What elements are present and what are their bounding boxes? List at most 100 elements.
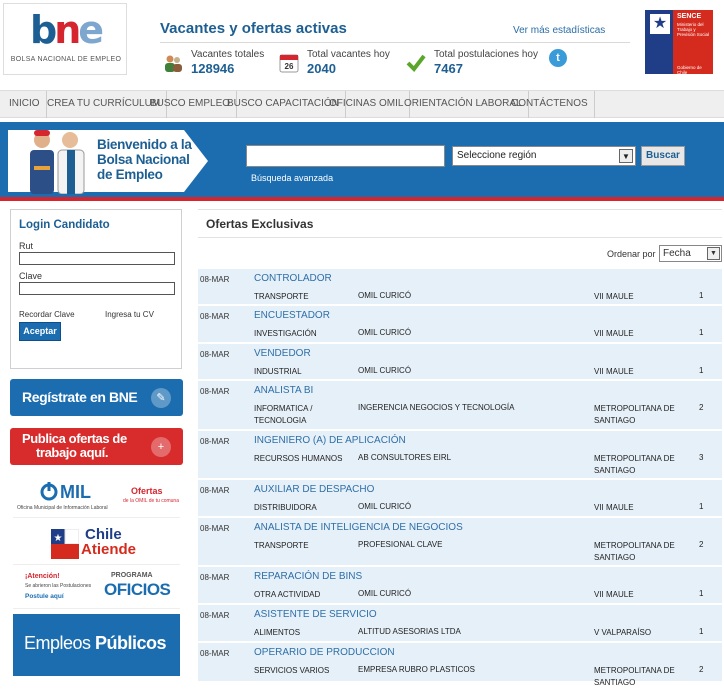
offer-region: VII MAULE bbox=[594, 590, 634, 599]
offer-category: TRANSPORTE bbox=[254, 292, 309, 301]
rut-input[interactable] bbox=[19, 252, 175, 265]
sence-footer: Gobierno de Chile bbox=[677, 65, 702, 75]
stat-value: 128946 bbox=[191, 61, 235, 76]
omil-banner[interactable]: MIL Oficina Municipal de Información Lab… bbox=[13, 478, 180, 518]
offer-title-link[interactable]: REPARACIÓN DE BINS bbox=[254, 571, 362, 582]
check-icon bbox=[406, 54, 426, 73]
publish-offers-button[interactable]: Publica ofertas de trabajo aquí. + bbox=[10, 428, 183, 465]
page-header: bne BOLSA NACIONAL DE EMPLEO Vacantes y … bbox=[0, 0, 724, 88]
offers-header: Ofertas Exclusivas bbox=[198, 209, 722, 238]
omil-subtitle: Oficina Municipal de Información Laboral bbox=[17, 505, 108, 511]
offer-vacancy-count: 1 bbox=[699, 366, 704, 375]
offer-company: OMIL CURICÓ bbox=[358, 366, 412, 375]
offer-date: 08-MAR bbox=[200, 312, 230, 321]
order-by-label: Ordenar por bbox=[607, 249, 656, 259]
offer-title-link[interactable]: CONTROLADOR bbox=[254, 273, 332, 284]
bne-logo-subtitle: BOLSA NACIONAL DE EMPLEO bbox=[10, 56, 122, 63]
offer-title-link[interactable]: AUXILIAR DE DESPACHO bbox=[254, 484, 374, 495]
offer-vacancy-count: 3 bbox=[699, 453, 704, 462]
offer-title-link[interactable]: ANALISTA BI bbox=[254, 385, 313, 396]
advanced-search-link[interactable]: Búsqueda avanzada bbox=[251, 173, 333, 183]
offer-vacancy-count: 2 bbox=[699, 403, 704, 412]
calendar-icon: 26 bbox=[279, 54, 299, 73]
order-by-select[interactable]: Fecha ▼ bbox=[659, 245, 722, 262]
login-title: Login Candidato bbox=[19, 219, 110, 231]
offer-date: 08-MAR bbox=[200, 486, 230, 495]
search-input[interactable] bbox=[246, 145, 445, 167]
offer-company: OMIL CURICÓ bbox=[358, 328, 412, 337]
offer-title-link[interactable]: ENCUESTADOR bbox=[254, 310, 330, 321]
sence-logo[interactable]: ★ SENCE Ministerio del Trabajo y Previsi… bbox=[645, 10, 713, 75]
offer-company: ALTITUD ASESORIAS LTDA bbox=[358, 627, 461, 636]
svg-text:★: ★ bbox=[54, 533, 63, 544]
offer-region: VII MAULE bbox=[594, 367, 634, 376]
offer-region: VII MAULE bbox=[594, 329, 634, 338]
nav-item-contactenos[interactable]: CONTÁCTENOS bbox=[505, 91, 595, 118]
chevron-down-icon: ▼ bbox=[619, 149, 633, 163]
offer-region: VII MAULE bbox=[594, 503, 634, 512]
offer-row[interactable]: 08-MAR ANALISTA DE INTELIGENCIA DE NEGOCI… bbox=[198, 518, 722, 567]
offer-row[interactable]: 08-MAR AUXILIAR DE DESPACHO DISTRIBUIDORA O… bbox=[198, 480, 722, 518]
stat-label: Total postulaciones hoy bbox=[434, 49, 538, 60]
remember-password-link[interactable]: Recordar Clave bbox=[19, 310, 75, 319]
search-button[interactable]: Buscar bbox=[641, 146, 685, 166]
enter-cv-link[interactable]: Ingresa tu CV bbox=[105, 310, 154, 319]
offer-region: METROPOLITANA DE SANTIAGO bbox=[594, 404, 675, 425]
twitter-icon[interactable]: t bbox=[549, 49, 567, 67]
clave-input[interactable] bbox=[19, 282, 175, 295]
offer-date: 08-MAR bbox=[200, 275, 230, 284]
people-icon bbox=[165, 55, 182, 72]
offer-row[interactable]: 08-MAR OPERARIO DE PRODUCCION SERVICIOS VA… bbox=[198, 643, 722, 687]
offer-title-link[interactable]: INGENIERO (A) DE APLICACIÓN bbox=[254, 435, 406, 446]
offer-row[interactable]: 08-MAR REPARACIÓN DE BINS OTRA ACTIVIDAD OM… bbox=[198, 567, 722, 605]
offer-vacancy-count: 1 bbox=[699, 589, 704, 598]
offer-title-link[interactable]: ANALISTA DE INTELIGENCIA DE NEGOCIOS bbox=[254, 522, 463, 533]
chile-atiende-banner[interactable]: ★ Chile Atiende bbox=[13, 525, 180, 565]
oficios-apply-link[interactable]: Postule aquí bbox=[25, 593, 64, 600]
offer-company: OMIL CURICÓ bbox=[358, 589, 412, 598]
publish-line: trabajo aquí. bbox=[36, 445, 109, 460]
offer-row[interactable]: 08-MAR CONTROLADOR TRANSPORTE OMIL CURICÓ VI… bbox=[198, 269, 722, 306]
region-select[interactable]: Seleccione región ▼ bbox=[452, 146, 636, 166]
more-stats-link[interactable]: Ver más estadísticas bbox=[513, 25, 605, 36]
oficios-alert-sub: Se abrieron las Postulaciones bbox=[25, 583, 92, 589]
offer-region: METROPOLITANA DE SANTIAGO bbox=[594, 666, 675, 687]
offer-category: INFORMATICA / TECNOLOGIA bbox=[254, 404, 313, 425]
offer-region: METROPOLITANA DE SANTIAGO bbox=[594, 454, 675, 475]
offer-category: TRANSPORTE bbox=[254, 541, 309, 550]
banner-red-line bbox=[0, 197, 724, 201]
offer-vacancy-count: 1 bbox=[699, 291, 704, 300]
stat-value: 2040 bbox=[307, 61, 336, 76]
offer-company: EMPRESA RUBRO PLASTICOS bbox=[358, 665, 475, 674]
offer-category: OTRA ACTIVIDAD bbox=[254, 590, 321, 599]
rut-label: Rut bbox=[19, 241, 34, 251]
offer-row[interactable]: 08-MAR ENCUESTADOR INVESTIGACIÓN OMIL CURIC… bbox=[198, 306, 722, 344]
offers-title: Ofertas Exclusivas bbox=[206, 217, 314, 231]
offer-date: 08-MAR bbox=[200, 437, 230, 446]
offer-title-link[interactable]: VENDEDOR bbox=[254, 348, 311, 359]
offer-row[interactable]: 08-MAR ANALISTA BI INFORMATICA / TECNOLOGI… bbox=[198, 381, 722, 431]
oficios-banner[interactable]: ¡Atención! Se abrieron las Postulaciones… bbox=[13, 569, 180, 609]
offer-company: AB CONSULTORES EIRL bbox=[358, 453, 452, 462]
bne-logo[interactable]: bne BOLSA NACIONAL DE EMPLEO bbox=[3, 3, 127, 75]
login-submit-button[interactable]: Aceptar bbox=[19, 322, 61, 341]
offer-vacancy-count: 1 bbox=[699, 328, 704, 337]
offer-row[interactable]: 08-MAR ASISTENTE DE SERVICIO ALIMENTOS ALTI… bbox=[198, 605, 722, 643]
empleos-publicos-banner[interactable]: Empleos Públicos bbox=[13, 614, 180, 676]
offer-company: INGERENCIA NEGOCIOS Y TECNOLOGÍA bbox=[358, 403, 515, 412]
offer-region: VII MAULE bbox=[594, 292, 634, 301]
clave-label: Clave bbox=[19, 271, 43, 281]
welcome-line: de Empleo bbox=[97, 167, 163, 182]
order-by-value: Fecha bbox=[663, 248, 691, 259]
register-button[interactable]: Regístrate en BNE ✎ bbox=[10, 379, 183, 416]
offer-row[interactable]: 08-MAR INGENIERO (A) DE APLICACIÓN RECURSO… bbox=[198, 431, 722, 480]
offer-date: 08-MAR bbox=[200, 350, 230, 359]
offer-title-link[interactable]: OPERARIO DE PRODUCCION bbox=[254, 647, 395, 658]
welcome-line: Bolsa Nacional bbox=[97, 152, 190, 167]
offer-category: INDUSTRIAL bbox=[254, 367, 302, 376]
sence-subtitle: Ministerio del Trabajo y Previsión Socia… bbox=[677, 22, 710, 37]
oficios-name: OFICIOS bbox=[104, 580, 171, 599]
offer-category: SERVICIOS VARIOS bbox=[254, 666, 330, 675]
offer-row[interactable]: 08-MAR VENDEDOR INDUSTRIAL OMIL CURICÓ VII M… bbox=[198, 344, 722, 381]
offer-title-link[interactable]: ASISTENTE DE SERVICIO bbox=[254, 609, 377, 620]
